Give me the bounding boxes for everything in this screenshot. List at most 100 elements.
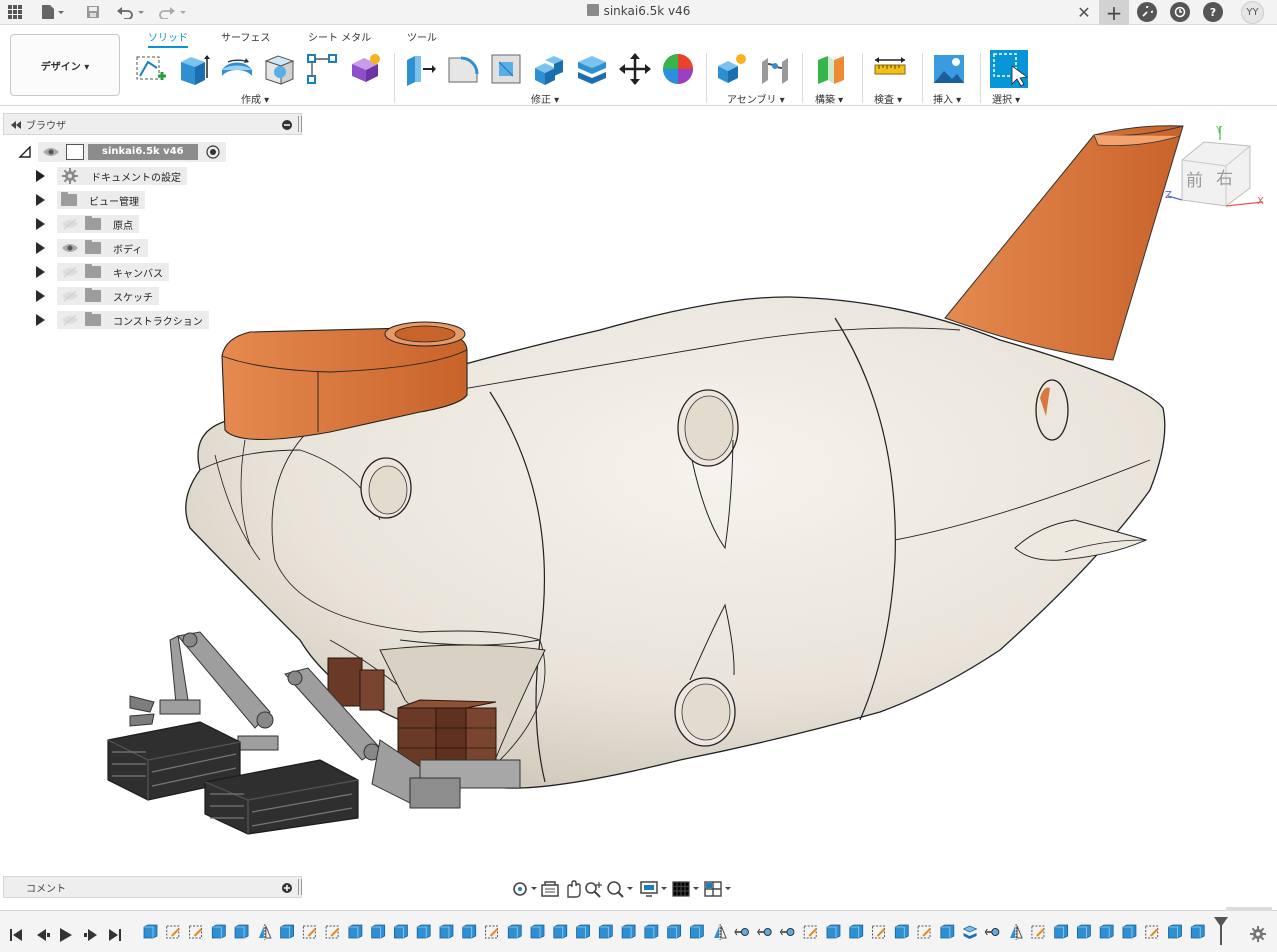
orbit-icon[interactable]: [511, 879, 539, 899]
collapse-arrow-icon[interactable]: [18, 146, 32, 158]
zoom-icon[interactable]: [583, 879, 605, 899]
expand-arrow-icon[interactable]: [36, 266, 45, 278]
timeline-feature-body[interactable]: [143, 924, 158, 939]
go-to-end-icon[interactable]: [109, 929, 121, 941]
timeline-feature-body[interactable]: [371, 924, 386, 939]
hidden-eye-icon[interactable]: [61, 290, 79, 302]
timeline-feature-stack[interactable]: [962, 925, 978, 939]
timeline-feature-body[interactable]: [462, 924, 477, 939]
expand-arrow-icon[interactable]: [36, 170, 45, 182]
timeline-feature-sketch[interactable]: [1031, 925, 1045, 939]
timeline-feature-sketch[interactable]: [166, 925, 180, 939]
timeline-feature-body[interactable]: [416, 924, 431, 939]
timeline-feature-body[interactable]: [234, 924, 249, 939]
timeline-feature-body[interactable]: [826, 924, 841, 939]
timeline-feature-joint[interactable]: [984, 928, 1000, 936]
timeline-features[interactable]: [140, 921, 1240, 949]
tail-fin[interactable]: [944, 125, 1184, 361]
help-icon[interactable]: ?: [1203, 2, 1223, 22]
browser-item-document-settings[interactable]: ドキュメントの設定: [36, 166, 187, 186]
visibility-eye-icon[interactable]: [42, 146, 60, 158]
timeline-feature-body[interactable]: [211, 924, 226, 939]
timeline-feature-sketch[interactable]: [325, 925, 339, 939]
revolve-icon[interactable]: [220, 52, 254, 86]
construct-group-label[interactable]: 構築 ▾: [815, 91, 843, 106]
display-settings-icon[interactable]: [639, 879, 671, 899]
timeline-feature-sketch[interactable]: [872, 925, 886, 939]
viewcube-front-label[interactable]: 前: [1186, 171, 1203, 191]
tab-tools[interactable]: ツール: [407, 29, 437, 44]
avatar[interactable]: YY: [1241, 1, 1264, 24]
create-group-label[interactable]: 作成 ▾: [241, 91, 269, 106]
step-forward-icon[interactable]: [84, 929, 97, 941]
visibility-eye-icon[interactable]: [61, 242, 79, 254]
look-at-icon[interactable]: [539, 879, 561, 899]
offset-plane-icon[interactable]: [814, 52, 848, 86]
timeline-feature-body[interactable]: [394, 924, 408, 939]
timeline-feature-body[interactable]: [530, 924, 545, 939]
press-pull-icon[interactable]: [403, 52, 437, 86]
add-comment-icon[interactable]: [282, 883, 292, 893]
timeline-feature-body[interactable]: [439, 924, 454, 939]
close-tab-icon[interactable]: ✕: [1076, 2, 1092, 22]
timeline-feature-body[interactable]: [689, 924, 704, 939]
extensions-icon[interactable]: [1137, 2, 1157, 22]
timeline-feature-body[interactable]: [280, 924, 294, 939]
inspect-group-label[interactable]: 検査 ▾: [874, 91, 902, 106]
timeline-settings-gear-icon[interactable]: [1249, 925, 1267, 943]
timeline-feature-body[interactable]: [1054, 924, 1069, 939]
panel-resize-handle[interactable]: [298, 879, 302, 895]
expand-arrow-icon[interactable]: [36, 314, 45, 326]
timeline-feature-joint[interactable]: [779, 928, 795, 936]
grid-settings-icon[interactable]: [671, 879, 703, 899]
timeline-feature-body[interactable]: [1190, 924, 1205, 939]
activate-component-icon[interactable]: [206, 145, 220, 159]
browser-item-origin[interactable]: 原点: [36, 214, 139, 234]
collapse-panel-icon[interactable]: [10, 120, 22, 130]
tab-surface[interactable]: サーフェス: [221, 29, 270, 44]
select-icon[interactable]: [990, 50, 1028, 88]
expand-arrow-icon[interactable]: [36, 218, 45, 230]
expand-arrow-icon[interactable]: [36, 290, 45, 302]
fillet-icon[interactable]: [446, 52, 480, 86]
timeline-resize-handle[interactable]: [1226, 907, 1272, 911]
timeline-feature-body[interactable]: [1099, 924, 1114, 939]
timeline-feature-sketch[interactable]: [484, 925, 499, 939]
browser-item-bodies[interactable]: ボディ: [36, 238, 149, 258]
pan-icon[interactable]: [561, 879, 583, 899]
fit-icon[interactable]: [605, 879, 635, 899]
timeline-feature-joint[interactable]: [757, 928, 772, 936]
timeline-feature-sketch[interactable]: [917, 925, 931, 939]
browser-item-sketches[interactable]: スケッチ: [36, 286, 159, 306]
step-back-icon[interactable]: [37, 929, 50, 941]
modify-group-label[interactable]: 修正 ▾: [531, 91, 559, 106]
timeline-feature-body[interactable]: [576, 924, 590, 939]
tab-solid[interactable]: ソリッド: [148, 29, 188, 48]
rectangular-pattern-icon[interactable]: [305, 52, 339, 86]
timeline-feature-body[interactable]: [667, 924, 682, 939]
timeline-feature-body[interactable]: [940, 924, 955, 939]
browser-item-construction[interactable]: コンストラクション: [36, 310, 209, 330]
offset-face-icon[interactable]: [575, 52, 609, 86]
tab-sheet-metal[interactable]: シート メタル: [308, 29, 371, 44]
shell-icon[interactable]: [263, 52, 297, 86]
timeline-feature-body[interactable]: [1168, 924, 1182, 939]
timeline-feature-body[interactable]: [348, 924, 363, 939]
timeline-feature-mirror[interactable]: [714, 924, 727, 940]
chamfer-icon[interactable]: [489, 52, 523, 86]
extrude-icon[interactable]: [177, 52, 211, 86]
browser-item-named-views[interactable]: ビュー管理: [36, 190, 145, 210]
timeline-feature-body[interactable]: [553, 924, 568, 939]
select-group-label[interactable]: 選択 ▾: [992, 91, 1020, 106]
workspace-switcher[interactable]: デザイン ▾: [10, 34, 120, 96]
hidden-eye-icon[interactable]: [61, 266, 79, 278]
new-component-icon[interactable]: [715, 52, 749, 86]
combine-icon[interactable]: [532, 52, 566, 86]
measure-icon[interactable]: [873, 52, 907, 86]
panel-resize-handle[interactable]: [298, 116, 302, 132]
viewports-icon[interactable]: [703, 879, 735, 899]
timeline-feature-body[interactable]: [621, 924, 636, 939]
timeline-feature-body[interactable]: [894, 924, 909, 939]
timeline-feature-body[interactable]: [644, 924, 659, 939]
viewcube-right-label[interactable]: 右: [1216, 169, 1233, 189]
